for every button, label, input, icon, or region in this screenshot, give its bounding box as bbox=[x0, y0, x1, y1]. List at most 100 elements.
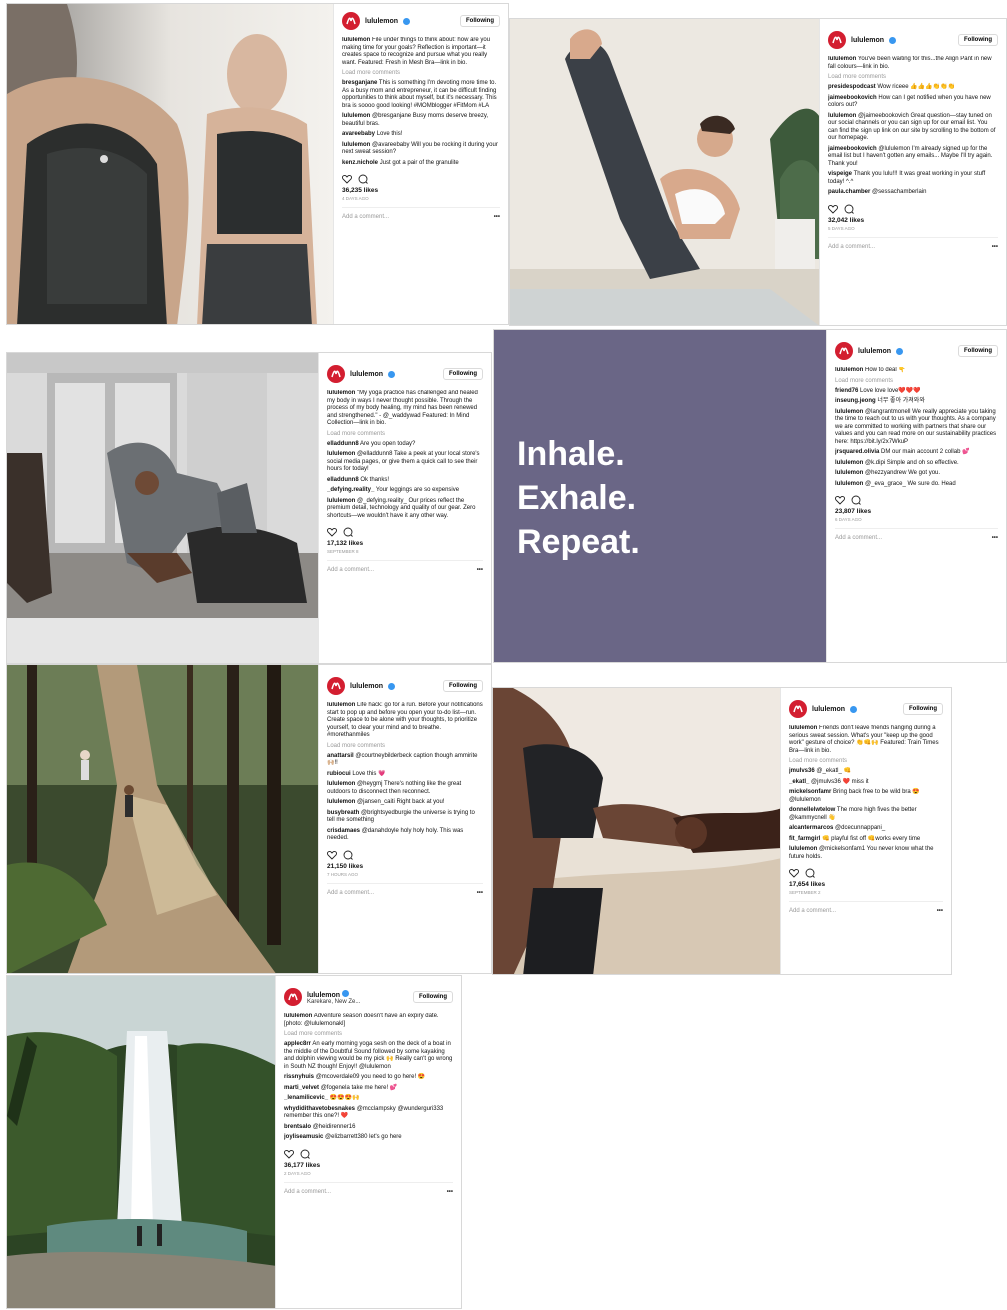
comment-user[interactable]: _lenamilicevic_ bbox=[284, 1095, 328, 1101]
add-comment-placeholder[interactable]: Add a comment... bbox=[835, 535, 882, 541]
more-options-icon[interactable]: ••• bbox=[477, 567, 483, 573]
likes-count[interactable]: 32,042 likes bbox=[828, 217, 998, 224]
comment-user[interactable]: lululemon bbox=[835, 481, 863, 487]
comment-user[interactable]: lululemon bbox=[835, 470, 863, 476]
heart-icon[interactable] bbox=[284, 1149, 294, 1159]
comment-icon[interactable] bbox=[300, 1149, 310, 1159]
more-options-icon[interactable]: ••• bbox=[937, 908, 943, 914]
heart-icon[interactable] bbox=[327, 527, 337, 537]
following-button[interactable]: Following bbox=[443, 368, 483, 380]
post-photo[interactable] bbox=[7, 976, 277, 1308]
post-photo[interactable] bbox=[7, 4, 335, 324]
load-more-comments[interactable]: Load more comments bbox=[828, 74, 998, 80]
caption-username[interactable]: lululemon bbox=[327, 390, 355, 396]
comment-icon[interactable] bbox=[844, 204, 854, 214]
comment-user[interactable]: jrsquared.olivia bbox=[835, 449, 879, 455]
comment-user[interactable]: rissnyhuis bbox=[284, 1074, 314, 1080]
likes-count[interactable]: 21,150 likes bbox=[327, 863, 483, 870]
following-button[interactable]: Following bbox=[958, 345, 998, 357]
comment-user[interactable]: _ekatl_ bbox=[789, 779, 809, 785]
load-more-comments[interactable]: Load more comments bbox=[789, 758, 943, 764]
heart-icon[interactable] bbox=[828, 204, 838, 214]
comment-user[interactable]: inseung.jeong bbox=[835, 398, 876, 404]
load-more-comments[interactable]: Load more comments bbox=[327, 431, 483, 437]
post-photo[interactable] bbox=[493, 688, 782, 974]
add-comment-field[interactable]: Add a comment... ••• bbox=[327, 882, 483, 896]
comment-user[interactable]: kenz.nichole bbox=[342, 160, 378, 166]
comment-user[interactable]: paula.chamber bbox=[828, 189, 870, 195]
post-photo[interactable] bbox=[7, 665, 320, 973]
following-button[interactable]: Following bbox=[413, 991, 453, 1003]
comment-user[interactable]: jaimeebookovich bbox=[828, 95, 877, 101]
comment-user[interactable]: whydidithavetobesnakes bbox=[284, 1106, 355, 1112]
comment-user[interactable]: lululemon bbox=[327, 498, 355, 504]
comment-user[interactable]: elladdunn8 bbox=[327, 477, 359, 483]
following-button[interactable]: Following bbox=[903, 703, 943, 715]
comment-user[interactable]: busybreath bbox=[327, 810, 359, 816]
comment-user[interactable]: bresganjane bbox=[342, 80, 377, 86]
following-button[interactable]: Following bbox=[460, 15, 500, 27]
likes-count[interactable]: 23,807 likes bbox=[835, 508, 998, 515]
add-comment-field[interactable]: Add a comment... ••• bbox=[835, 528, 998, 541]
comment-user[interactable]: elladdunn8 bbox=[327, 441, 359, 447]
more-options-icon[interactable]: ••• bbox=[992, 535, 998, 541]
add-comment-field[interactable]: Add a comment... ••• bbox=[342, 207, 500, 220]
add-comment-placeholder[interactable]: Add a comment... bbox=[789, 908, 836, 914]
more-options-icon[interactable]: ••• bbox=[447, 1189, 453, 1195]
likes-count[interactable]: 17,132 likes bbox=[327, 540, 483, 547]
caption-username[interactable]: lululemon bbox=[327, 702, 355, 708]
comment-user[interactable]: crisdamaes bbox=[327, 828, 360, 834]
comment-user[interactable]: brentsalo bbox=[284, 1124, 311, 1130]
username[interactable]: lululemon bbox=[858, 348, 891, 355]
add-comment-placeholder[interactable]: Add a comment... bbox=[327, 567, 374, 573]
username[interactable]: lululemon bbox=[812, 706, 845, 713]
comment-icon[interactable] bbox=[343, 850, 353, 860]
add-comment-placeholder[interactable]: Add a comment... bbox=[327, 890, 374, 896]
post-location[interactable]: Karekare, New Ze... bbox=[307, 999, 360, 1005]
comment-user[interactable]: _defying.reality_ bbox=[327, 487, 374, 493]
comment-user[interactable]: alcantermarcos bbox=[789, 825, 833, 831]
heart-icon[interactable] bbox=[835, 495, 845, 505]
comment-user[interactable]: lululemon bbox=[789, 846, 817, 852]
comment-user[interactable]: jaimeebookovich bbox=[828, 146, 877, 152]
caption-username[interactable]: lululemon bbox=[828, 56, 856, 62]
likes-count[interactable]: 36,177 likes bbox=[284, 1162, 453, 1169]
username[interactable]: lululemon bbox=[350, 683, 383, 690]
caption-username[interactable]: lululemon bbox=[789, 725, 817, 731]
lululemon-logo-icon[interactable] bbox=[327, 365, 345, 383]
lululemon-logo-icon[interactable] bbox=[342, 12, 360, 30]
post-photo[interactable] bbox=[510, 19, 821, 325]
comment-user[interactable]: friend76 bbox=[835, 388, 858, 394]
comment-user[interactable]: joyliseamusic bbox=[284, 1134, 323, 1140]
comment-user[interactable]: lululemon bbox=[342, 113, 370, 119]
comment-user[interactable]: marti_velvet bbox=[284, 1085, 319, 1091]
likes-count[interactable]: 36,235 likes bbox=[342, 187, 500, 194]
caption-username[interactable]: lululemon bbox=[284, 1013, 312, 1019]
heart-icon[interactable] bbox=[327, 850, 337, 860]
comment-user[interactable]: avareebaby bbox=[342, 131, 375, 137]
add-comment-placeholder[interactable]: Add a comment... bbox=[342, 214, 389, 220]
add-comment-field[interactable]: Add a comment... ••• bbox=[789, 901, 943, 914]
username[interactable]: lululemon bbox=[365, 18, 398, 25]
comment-user[interactable]: lululemon bbox=[835, 409, 863, 415]
lululemon-logo-icon[interactable] bbox=[828, 31, 846, 49]
lululemon-logo-icon[interactable] bbox=[284, 988, 302, 1006]
comment-user[interactable]: anattarsil bbox=[327, 753, 354, 759]
comment-user[interactable]: fit_farmgirl bbox=[789, 836, 820, 842]
load-more-comments[interactable]: Load more comments bbox=[327, 743, 483, 749]
comment-user[interactable]: lululemon bbox=[828, 113, 856, 119]
username[interactable]: lululemon bbox=[350, 371, 383, 378]
comment-user[interactable]: applec8rr bbox=[284, 1041, 311, 1047]
comment-user[interactable]: lululemon bbox=[327, 781, 355, 787]
load-more-comments[interactable]: Load more comments bbox=[284, 1031, 453, 1037]
more-options-icon[interactable]: ••• bbox=[992, 244, 998, 250]
post-photo[interactable]: Inhale. Exhale. Repeat. bbox=[494, 330, 828, 662]
comment-user[interactable]: jmulvs36 bbox=[789, 768, 815, 774]
comment-user[interactable]: lululemon bbox=[342, 142, 370, 148]
add-comment-field[interactable]: Add a comment... ••• bbox=[828, 236, 998, 250]
heart-icon[interactable] bbox=[789, 868, 799, 878]
add-comment-placeholder[interactable]: Add a comment... bbox=[284, 1189, 331, 1195]
comment-icon[interactable] bbox=[358, 174, 368, 184]
more-options-icon[interactable]: ••• bbox=[494, 214, 500, 220]
comment-user[interactable]: lululemon bbox=[835, 460, 863, 466]
